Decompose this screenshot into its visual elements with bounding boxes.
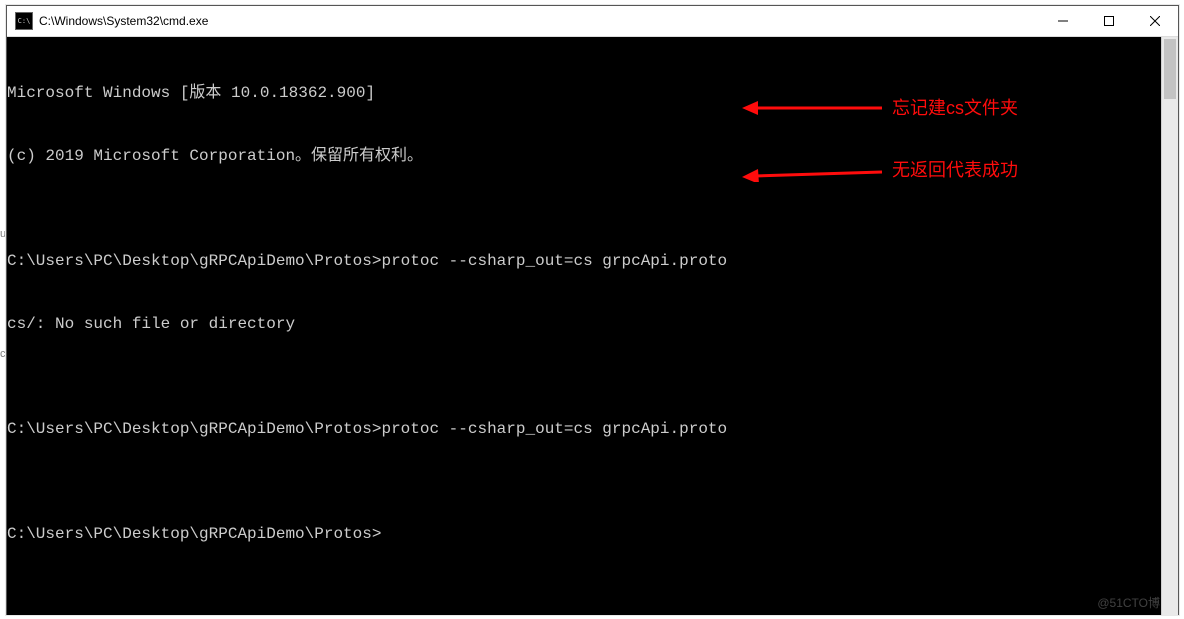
window-controls	[1040, 6, 1178, 36]
vertical-scrollbar[interactable]	[1161, 37, 1178, 615]
window-title: C:\Windows\System32\cmd.exe	[39, 14, 1040, 28]
terminal-line: Microsoft Windows [版本 10.0.18362.900]	[7, 83, 1161, 104]
terminal-output: Microsoft Windows [版本 10.0.18362.900] (c…	[7, 37, 1161, 615]
minimize-icon	[1058, 16, 1068, 26]
maximize-button[interactable]	[1086, 6, 1132, 36]
close-icon	[1150, 16, 1160, 26]
maximize-icon	[1104, 16, 1114, 26]
terminal-area[interactable]: Microsoft Windows [版本 10.0.18362.900] (c…	[7, 37, 1178, 615]
terminal-line: C:\Users\PC\Desktop\gRPCApiDemo\Protos>p…	[7, 251, 1161, 272]
terminal-line: C:\Users\PC\Desktop\gRPCApiDemo\Protos>	[7, 524, 1161, 545]
terminal-line: (c) 2019 Microsoft Corporation。保留所有权利。	[7, 146, 1161, 167]
terminal-line: C:\Users\PC\Desktop\gRPCApiDemo\Protos>p…	[7, 419, 1161, 440]
scrollbar-thumb[interactable]	[1164, 39, 1176, 99]
cmd-icon: C:\	[15, 12, 33, 30]
close-button[interactable]	[1132, 6, 1178, 36]
minimize-button[interactable]	[1040, 6, 1086, 36]
title-bar[interactable]: C:\ C:\Windows\System32\cmd.exe	[7, 6, 1178, 37]
cmd-window: C:\ C:\Windows\System32\cmd.exe	[6, 5, 1179, 615]
watermark-text: @51CTO博	[1097, 594, 1160, 611]
terminal-line: cs/: No such file or directory	[7, 314, 1161, 335]
